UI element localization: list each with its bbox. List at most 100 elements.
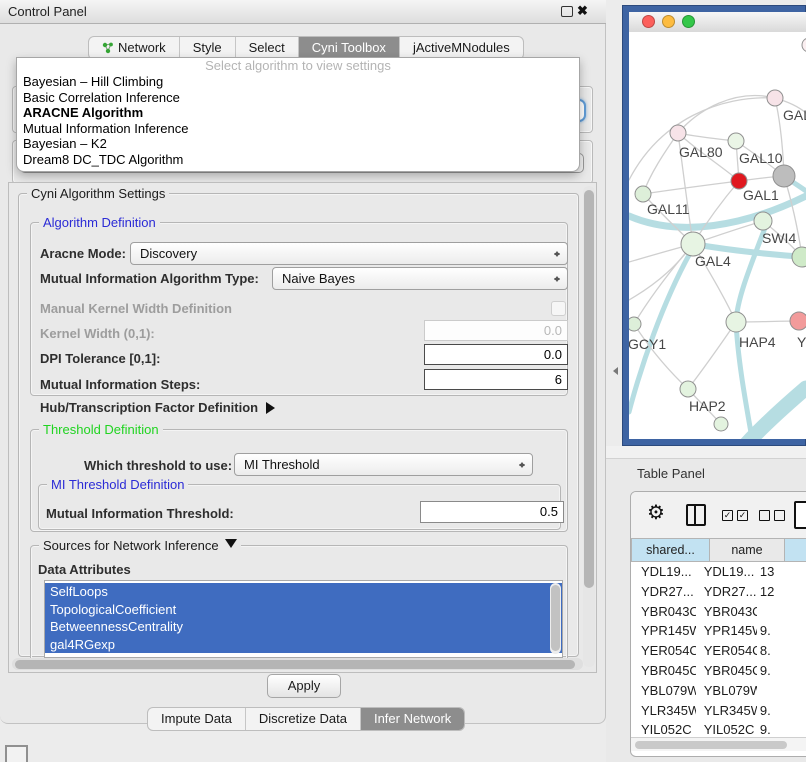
attribute-list-scrollbar[interactable] [550, 583, 561, 654]
stepper-arrows-icon [553, 272, 561, 285]
unchecked-box-icon[interactable] [759, 510, 770, 521]
network-edge[interactable] [643, 181, 739, 194]
attribute-item-selected[interactable]: SelfLoops [45, 583, 562, 601]
table-cell: YER054C [696, 641, 757, 661]
float-window-icon[interactable] [561, 6, 573, 17]
network-node-label: Y [797, 334, 806, 350]
network-edge[interactable] [678, 96, 775, 133]
checked-box-icon[interactable]: ✓ [722, 510, 733, 521]
attribute-item-selected[interactable]: gal4RGexp [45, 636, 562, 654]
close-icon[interactable]: ✖ [577, 3, 588, 19]
network-edge[interactable] [688, 322, 736, 389]
manual-kernel-checkbox[interactable] [551, 301, 566, 316]
data-attributes-label: Data Attributes [38, 562, 131, 577]
bottom-tab-impute-data[interactable]: Impute Data [148, 708, 245, 730]
network-node[interactable] [726, 312, 746, 332]
table-cell: 12 [757, 582, 806, 602]
tab-style[interactable]: Style [179, 37, 235, 59]
table-horizontal-scrollbar[interactable] [631, 737, 806, 751]
settings-horizontal-scrollbar[interactable] [12, 658, 583, 670]
network-node[interactable] [728, 133, 744, 149]
cyni-settings-title: Cyni Algorithm Settings [27, 186, 169, 201]
kernel-width-input[interactable]: 0.0 [424, 320, 568, 341]
table-row[interactable]: YDL19...YDL19...13 [631, 562, 806, 582]
bottom-tab-discretize-data[interactable]: Discretize Data [245, 708, 360, 730]
network-node[interactable] [629, 317, 641, 331]
network-edge[interactable] [643, 133, 678, 194]
table-row[interactable]: YDR27...YDR27...12 [631, 582, 806, 602]
network-node[interactable] [635, 186, 651, 202]
column-header[interactable]: A [785, 538, 806, 562]
table-cell: 9. [757, 621, 806, 641]
algorithm-option[interactable]: Bayesian – Hill Climbing [17, 74, 579, 90]
network-node-label: HAP2 [689, 398, 726, 414]
table-row[interactable]: YLR345WYLR345W9. [631, 701, 806, 721]
collapse-down-icon [225, 539, 237, 554]
tab-select[interactable]: Select [235, 37, 298, 59]
mac-minimize-button[interactable] [662, 15, 675, 28]
table-row[interactable]: YER054CYER054C8. [631, 641, 806, 661]
table-cell: 9. [757, 720, 806, 736]
attribute-item-selected[interactable]: TopologicalCoefficient [45, 601, 562, 619]
dock-panel-icon[interactable] [5, 745, 28, 762]
table-row[interactable]: YBR045CYBR045C9. [631, 661, 806, 681]
hub-definition-label: Hub/Transcription Factor Definition [40, 400, 258, 415]
which-threshold-select[interactable]: MI Threshold [234, 453, 533, 476]
aracne-mode-label: Aracne Mode: [40, 246, 126, 261]
stepper-arrows-icon [518, 458, 526, 471]
aracne-mode-select[interactable]: Discovery [130, 242, 568, 265]
mi-threshold-input[interactable]: 0.5 [420, 501, 564, 523]
network-node[interactable] [670, 125, 686, 141]
tab-network[interactable]: Network [89, 37, 179, 59]
unchecked-box-icon[interactable] [774, 510, 785, 521]
network-node[interactable] [714, 417, 728, 431]
tab-label: jActiveMNodules [413, 37, 510, 59]
tab-cyni-toolbox[interactable]: Cyni Toolbox [298, 37, 399, 59]
data-attributes-list[interactable]: SelfLoopsTopologicalCoefficientBetweenne… [44, 580, 563, 658]
algorithm-option[interactable]: Dream8 DC_TDC Algorithm [17, 152, 579, 168]
attribute-item-selected[interactable]: BetweennessCentrality [45, 618, 562, 636]
dpi-tolerance-input[interactable]: 0.0 [424, 344, 568, 365]
network-node[interactable] [754, 212, 772, 230]
sources-toggle[interactable]: Sources for Network Inference [39, 538, 241, 554]
network-node[interactable] [792, 247, 806, 267]
network-node[interactable] [790, 312, 806, 330]
network-node[interactable] [773, 165, 795, 187]
settings-vertical-scrollbar[interactable] [583, 186, 595, 667]
columns-icon[interactable] [686, 504, 706, 526]
mac-close-button[interactable] [642, 15, 655, 28]
algorithm-option[interactable]: ARACNE Algorithm [17, 105, 579, 121]
column-header[interactable]: name [710, 538, 785, 562]
column-header[interactable]: shared... [631, 538, 710, 562]
network-edge[interactable] [629, 98, 775, 180]
hub-definition-toggle[interactable]: Hub/Transcription Factor Definition [40, 399, 281, 417]
tab-jactivemnodules[interactable]: jActiveMNodules [399, 37, 523, 59]
table-cell: YDL19... [696, 562, 757, 582]
table-file-icon[interactable] [794, 501, 806, 529]
split-collapse-arrow[interactable] [609, 367, 618, 375]
network-node[interactable] [680, 381, 696, 397]
table-row[interactable]: YBL079WYBL079W [631, 681, 806, 701]
network-node[interactable] [767, 90, 783, 106]
table-row[interactable]: YBR043CYBR043C [631, 602, 806, 622]
mi-type-select[interactable]: Naive Bayes [272, 267, 568, 290]
algorithm-option[interactable]: Mutual Information Inference [17, 121, 579, 137]
network-edge[interactable] [634, 324, 688, 389]
algorithm-option[interactable]: Bayesian – K2 [17, 136, 579, 152]
table-row[interactable]: YPR145WYPR145W9. [631, 621, 806, 641]
apply-button[interactable]: Apply [267, 674, 341, 698]
algorithm-option[interactable]: Basic Correlation Inference [17, 90, 579, 106]
network-edge-highlighted[interactable] [736, 228, 765, 322]
algorithm-definition-title: Algorithm Definition [39, 215, 160, 230]
network-node[interactable] [802, 38, 806, 52]
checked-box-icon[interactable]: ✓ [737, 510, 748, 521]
network-node-label: SWI4 [762, 230, 796, 246]
table-cell: 9. [757, 701, 806, 721]
network-canvas[interactable]: GALGAL80GAL10GAL1GAL11SWI4GAL4GCY1HAP4YH… [629, 32, 806, 439]
gear-icon[interactable]: ⚙ [647, 500, 665, 525]
mac-zoom-button[interactable] [682, 15, 695, 28]
bottom-tab-infer-network[interactable]: Infer Network [360, 708, 464, 730]
table-row[interactable]: YIL052CYIL052C9. [631, 720, 806, 736]
tab-label: Style [193, 37, 222, 59]
mi-steps-input[interactable]: 6 [424, 369, 568, 390]
